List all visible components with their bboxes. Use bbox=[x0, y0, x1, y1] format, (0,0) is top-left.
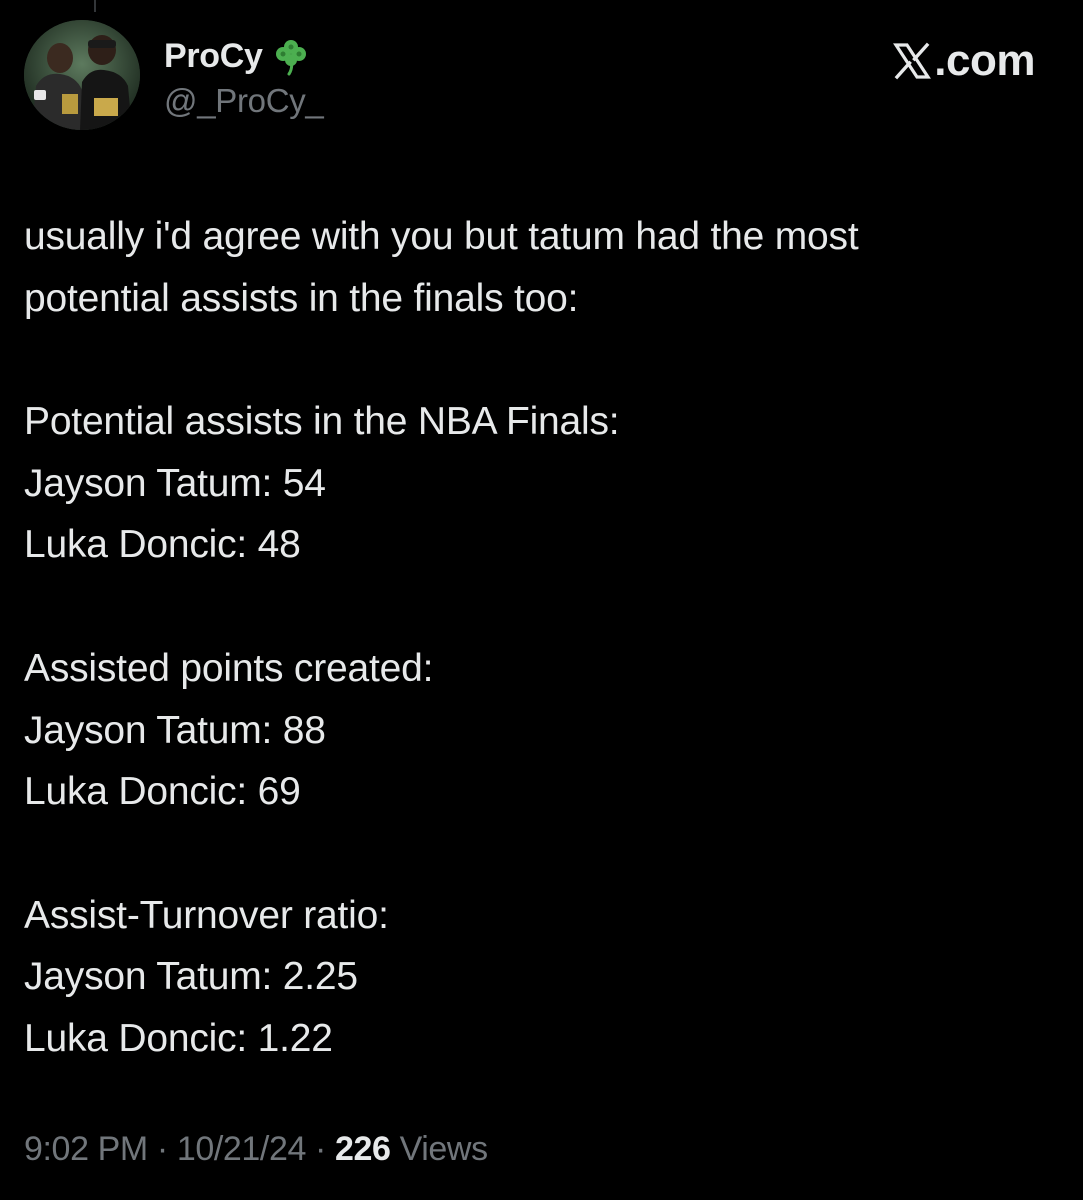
tweet-meta: 9:02 PM · 10/21/24 · 226 Views bbox=[24, 1130, 488, 1169]
stat-row-doncic: Luka Doncic: 48 bbox=[24, 523, 301, 567]
shamrock-icon bbox=[275, 40, 306, 76]
brand-watermark: .com bbox=[892, 36, 1035, 86]
views-count: 226 bbox=[335, 1130, 391, 1168]
thread-connector-line bbox=[94, 0, 96, 12]
tweet-time[interactable]: 9:02 PM bbox=[24, 1130, 148, 1168]
section-heading-potential-assists: Potential assists in the NBA Finals: bbox=[24, 400, 620, 444]
meta-separator: · bbox=[147, 1130, 177, 1168]
tweet-intro-line: potential assists in the finals too: bbox=[24, 276, 579, 320]
user-handle[interactable]: @_ProCy_ bbox=[164, 82, 324, 120]
section-heading-assisted-points: Assisted points created: bbox=[24, 646, 434, 690]
section-heading-ast-to-ratio: Assist-Turnover ratio: bbox=[24, 893, 389, 937]
display-name[interactable]: ProCy bbox=[164, 37, 263, 76]
author-names: ProCy @_ProCy_ bbox=[164, 34, 324, 120]
avatar-photo bbox=[24, 20, 140, 130]
stat-row-doncic: Luka Doncic: 1.22 bbox=[24, 1016, 333, 1060]
tweet-text: usually i'd agree with you but tatum had… bbox=[24, 206, 1054, 1070]
meta-separator: · bbox=[306, 1130, 336, 1168]
views-label: Views bbox=[390, 1130, 489, 1168]
stat-row-tatum: Jayson Tatum: 88 bbox=[24, 708, 326, 752]
tweet-intro-line: usually i'd agree with you but tatum had… bbox=[24, 215, 859, 258]
x-logo-icon bbox=[893, 42, 932, 80]
brand-text: .com bbox=[934, 36, 1035, 85]
stat-row-doncic: Luka Doncic: 69 bbox=[24, 770, 301, 814]
stat-row-tatum: Jayson Tatum: 2.25 bbox=[24, 955, 358, 999]
avatar[interactable] bbox=[24, 20, 140, 130]
tweet-date[interactable]: 10/21/24 bbox=[177, 1130, 307, 1168]
tweet-header: ProCy @_ProCy_ .com bbox=[24, 20, 1035, 132]
stat-row-tatum: Jayson Tatum: 54 bbox=[24, 461, 326, 505]
display-name-row[interactable]: ProCy bbox=[164, 34, 324, 78]
